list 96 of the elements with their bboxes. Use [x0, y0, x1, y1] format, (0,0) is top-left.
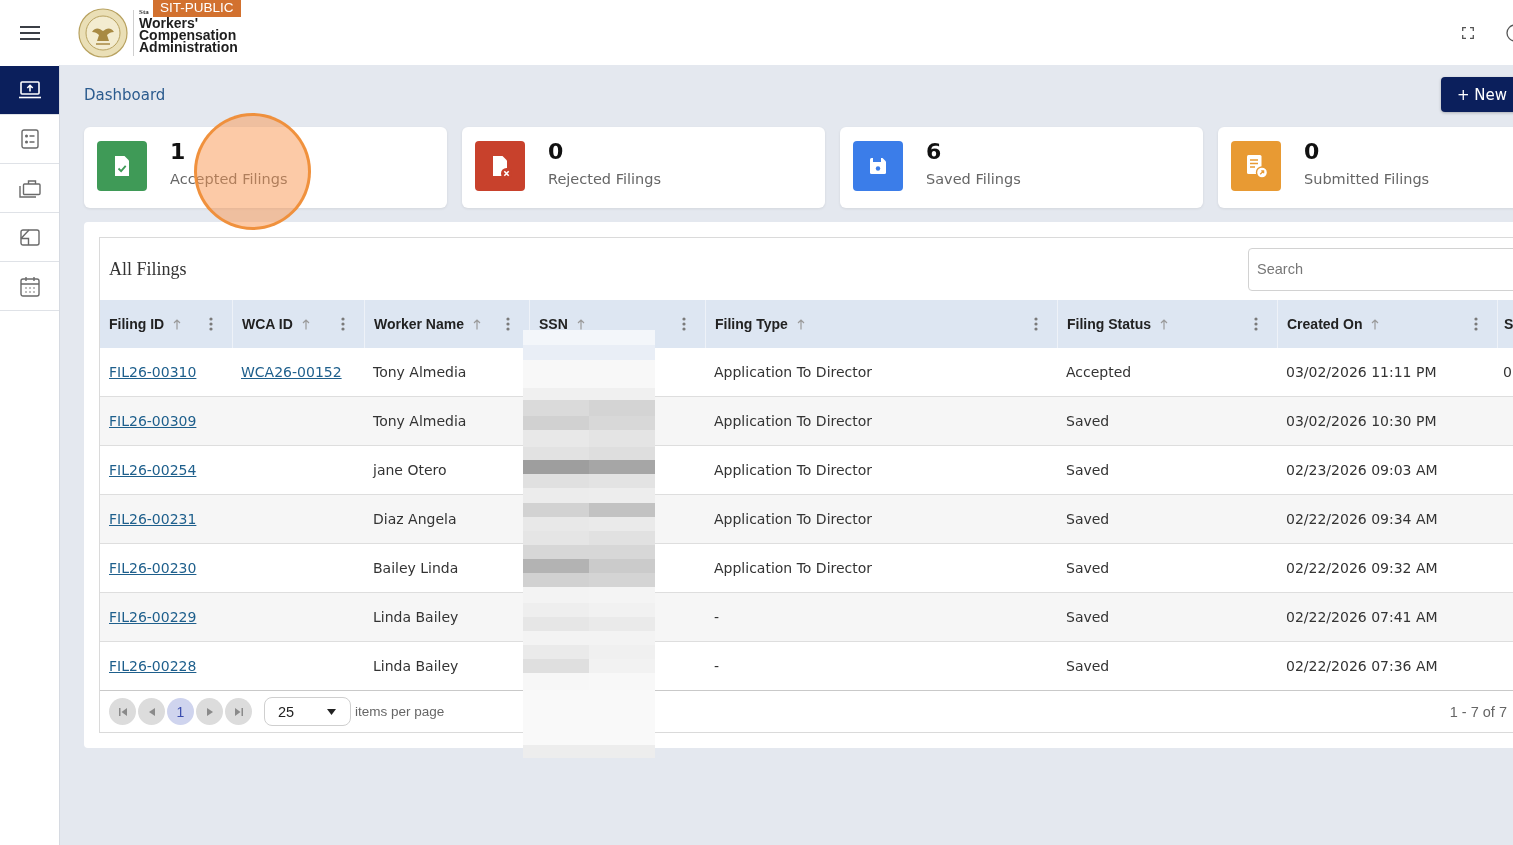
stat-card[interactable]: 6 Saved Filings: [840, 127, 1203, 208]
filing-type: Application To Director: [714, 413, 873, 429]
wca-id-link[interactable]: WCA26-00152: [241, 364, 342, 380]
column-text: 0: [1503, 364, 1512, 380]
filing-type: Application To Director: [714, 364, 873, 380]
filing-type: -: [714, 658, 720, 674]
right-triangle-icon: [206, 707, 213, 716]
stat-count: 0: [548, 141, 565, 163]
column-header[interactable]: Filing Status: [1067, 316, 1151, 332]
worker-name: Tony Almedia: [373, 364, 467, 380]
environment-badge: SIT-PUBLIC: [153, 0, 241, 17]
page-range: 1 - 7 of 7: [1449, 703, 1507, 720]
filing-status: Saved: [1066, 609, 1110, 625]
skip-first-icon: [118, 707, 127, 716]
created-on: 03/02/2026 11:11 PM: [1286, 364, 1437, 380]
filing-id-link[interactable]: FIL26-00310: [109, 364, 197, 380]
filing-id-link[interactable]: FIL26-00230: [109, 560, 197, 576]
created-on: 02/22/2026 07:41 AM: [1286, 609, 1438, 625]
breadcrumb-link[interactable]: Dashboard: [84, 85, 166, 104]
created-on: 02/23/2026 09:03 AM: [1286, 462, 1438, 478]
filing-id-link[interactable]: FIL26-00229: [109, 609, 197, 625]
previous-page-button[interactable]: [138, 698, 165, 725]
last-page-button[interactable]: [225, 698, 252, 725]
filing-status: Saved: [1066, 462, 1110, 478]
next-page-button[interactable]: [196, 698, 223, 725]
filing-status: Accepted: [1066, 364, 1132, 380]
column-header[interactable]: Created On: [1287, 316, 1363, 332]
page-size-select[interactable]: 25: [264, 697, 351, 726]
briefcase-icon: [18, 178, 41, 198]
page-size-label: items per page: [355, 704, 445, 719]
skip-last-icon: [234, 707, 243, 716]
filing-type: Application To Director: [714, 560, 873, 576]
kebab-menu-icon[interactable]: [506, 317, 510, 331]
stat-count: 1: [170, 141, 187, 163]
kebab-menu-icon[interactable]: [682, 317, 686, 331]
fullscreen-icon[interactable]: [1462, 26, 1474, 39]
new-button[interactable]: + New: [1440, 77, 1513, 112]
stat-count: 6: [926, 141, 943, 163]
sort-arrow-icon[interactable]: [173, 318, 182, 330]
kebab-menu-icon[interactable]: [341, 317, 345, 331]
caret-icon: [327, 708, 336, 715]
filing-id-link[interactable]: FIL26-00231: [109, 511, 197, 527]
created-on: 02/22/2026 07:36 AM: [1286, 658, 1438, 674]
created-on: 02/22/2026 09:32 AM: [1286, 560, 1438, 576]
filing-status: Saved: [1066, 560, 1110, 576]
search-field[interactable]: Search: [1248, 247, 1513, 291]
stat-label: Rejected Filings: [548, 171, 661, 187]
page-button[interactable]: 1: [167, 698, 194, 725]
stat-label: Submitted Filings: [1304, 171, 1430, 187]
sidebar-item[interactable]: [0, 66, 59, 115]
column-header[interactable]: Worker Name: [374, 316, 464, 332]
worker-name: Linda Bailey: [373, 609, 459, 625]
filing-status: Saved: [1066, 413, 1110, 429]
stat-card[interactable]: 0 Rejected Filings: [462, 127, 825, 208]
sort-arrow-icon[interactable]: [1371, 318, 1380, 330]
created-on: 03/02/2026 10:30 PM: [1286, 413, 1437, 429]
filing-status: Saved: [1066, 511, 1110, 527]
calendar-icon: [19, 275, 40, 297]
tablet-corner-icon: [19, 228, 40, 246]
stat-card[interactable]: 0 Submitted Filings: [1218, 127, 1513, 208]
sort-arrow-icon[interactable]: [1160, 318, 1168, 330]
column-header[interactable]: WCA ID: [242, 316, 293, 332]
worker-name: Diaz Angela: [373, 511, 457, 527]
kebab-menu-icon[interactable]: [1034, 317, 1038, 331]
filing-type: Application To Director: [714, 511, 873, 527]
menu-icon[interactable]: [20, 25, 40, 40]
first-page-button[interactable]: [109, 698, 136, 725]
filing-id-link[interactable]: FIL26-00228: [109, 658, 197, 674]
stat-label: Saved Filings: [926, 171, 1021, 187]
filing-status: Saved: [1066, 658, 1110, 674]
table-title: All Filings: [109, 258, 187, 280]
column-header[interactable]: S: [1504, 316, 1513, 332]
kebab-menu-icon[interactable]: [1474, 317, 1478, 331]
worker-name: Linda Bailey: [373, 658, 459, 674]
monitor-upload-icon: [18, 81, 41, 99]
filing-id-link[interactable]: FIL26-00309: [109, 413, 197, 429]
sort-arrow-icon[interactable]: [473, 318, 481, 330]
organization-name: Workers' Compensation Administration: [139, 16, 239, 53]
worker-name: Bailey Linda: [373, 560, 459, 576]
sort-arrow-icon[interactable]: [796, 318, 805, 330]
left-triangle-icon: [148, 707, 155, 716]
seal-logo: [78, 7, 128, 58]
sort-arrow-icon[interactable]: [301, 318, 310, 330]
column-header[interactable]: Filing ID: [109, 316, 165, 332]
stat-count: 0: [1304, 141, 1321, 163]
worker-name: Tony Almedia: [373, 413, 467, 429]
list-icon: [20, 129, 39, 149]
worker-name: jane Otero: [373, 462, 447, 478]
column-header[interactable]: Filing Type: [715, 316, 788, 332]
filing-type: -: [714, 609, 720, 625]
kebab-menu-icon[interactable]: [1254, 317, 1258, 331]
filing-id-link[interactable]: FIL26-00254: [109, 462, 197, 478]
sort-arrow-icon[interactable]: [576, 318, 585, 330]
filing-type: Application To Director: [714, 462, 873, 478]
kebab-menu-icon[interactable]: [209, 317, 213, 331]
created-on: 02/22/2026 09:34 AM: [1286, 511, 1438, 527]
